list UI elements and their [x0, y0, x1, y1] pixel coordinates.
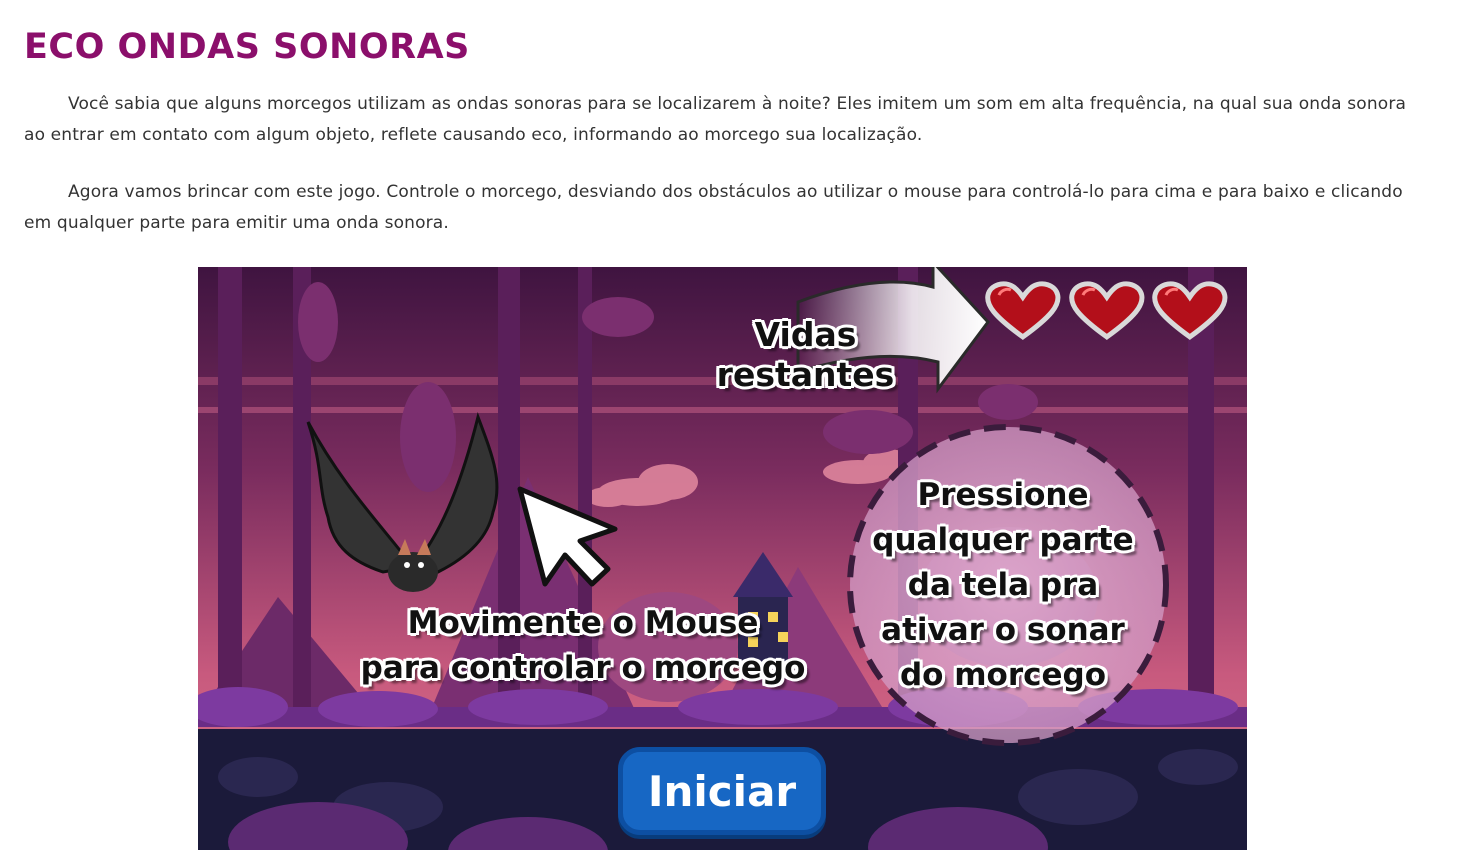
mouse-hint: Movimente o Mouse para controlar o morce…	[360, 605, 806, 686]
page-title: ECO ONDAS SONORAS	[24, 27, 470, 67]
intro-paragraph: Você sabia que alguns morcegos utilizam …	[24, 94, 1407, 145]
lives-hearts	[984, 281, 1229, 341]
sonar-hint: Pressione qualquer parte da tela pra ati…	[872, 477, 1134, 693]
game-canvas[interactable]: Vidas restantes Movimente o Mouse para c…	[198, 267, 1247, 850]
heart-icon	[1152, 281, 1228, 340]
heart-icon	[985, 281, 1061, 340]
lives-label: Vidas restantes	[716, 315, 895, 394]
start-button[interactable]: Iniciar	[618, 747, 826, 835]
instructions-paragraph: Agora vamos brincar com este jogo. Contr…	[24, 182, 1403, 233]
heart-icon	[1068, 281, 1145, 340]
